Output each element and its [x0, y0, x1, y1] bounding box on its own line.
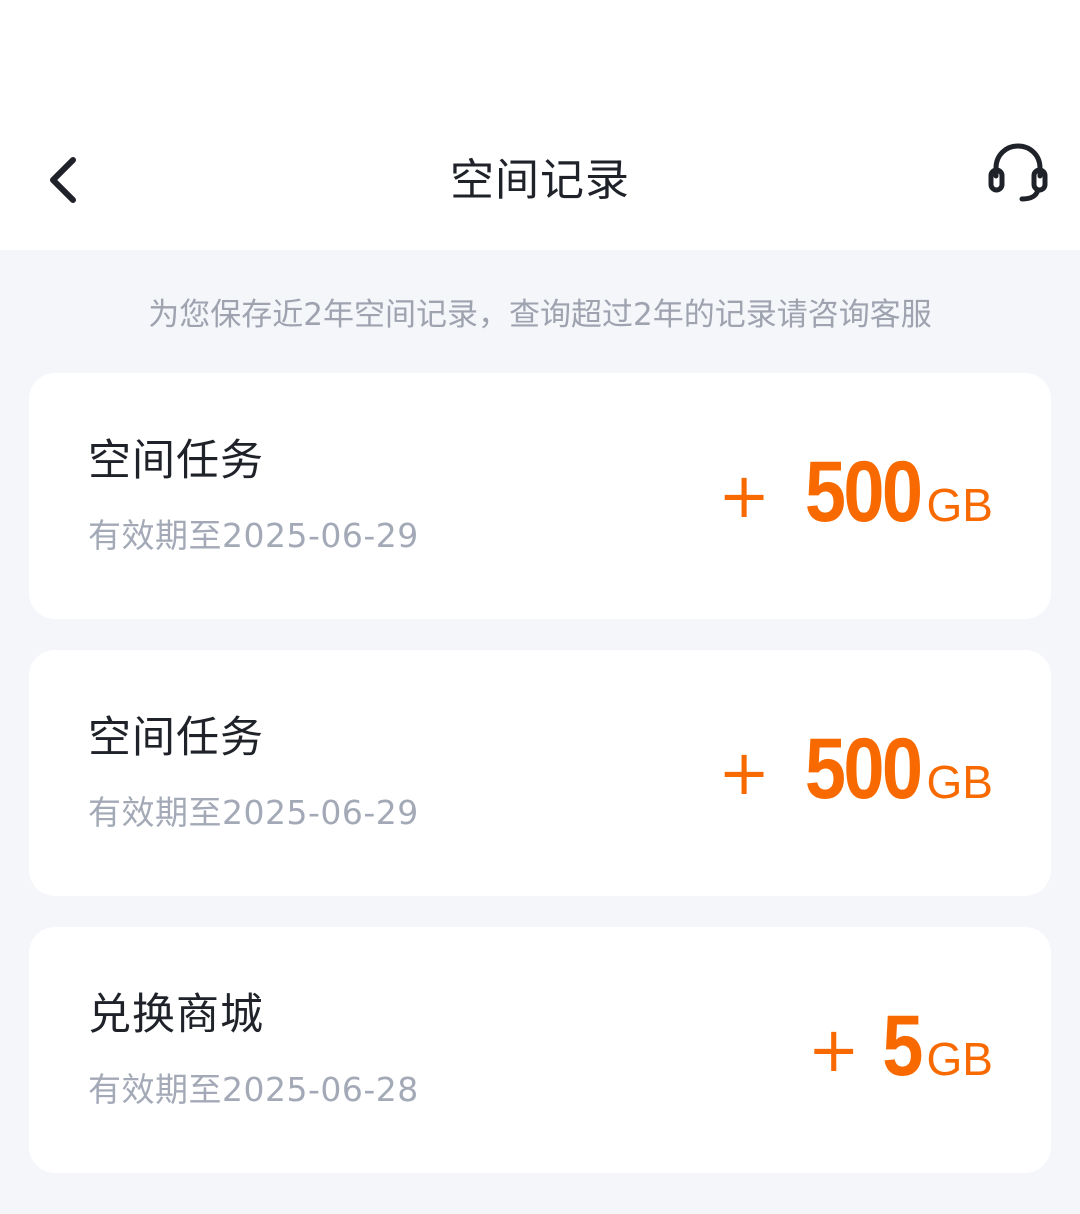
- record-title: 空间任务: [88, 713, 264, 763]
- record-expiry: 有效期至2025-06-29: [88, 793, 419, 832]
- amount-value: 500: [804, 444, 923, 540]
- record-amount: + 500 GB: [718, 720, 993, 820]
- top-bar: 空间记录: [0, 0, 1080, 250]
- amount-sign: +: [718, 736, 771, 809]
- amount-value: 500: [804, 721, 923, 817]
- record-title: 兑换商城: [88, 990, 264, 1040]
- record-card[interactable]: 空间任务 有效期至2025-06-29 + 500 GB: [29, 650, 1051, 896]
- customer-service-button[interactable]: [978, 132, 1058, 212]
- record-amount: + 5 GB: [808, 997, 993, 1097]
- record-title: 空间任务: [88, 436, 264, 486]
- page-title: 空间记录: [450, 155, 630, 206]
- headset-icon: [988, 143, 1048, 202]
- amount-sign: +: [718, 459, 771, 532]
- amount-unit: GB: [926, 756, 993, 808]
- record-amount: + 500 GB: [718, 443, 993, 543]
- record-card[interactable]: 空间任务 有效期至2025-06-29 + 500 GB: [29, 373, 1051, 619]
- retention-notice: 为您保存近2年空间记录，查询超过2年的记录请咨询客服: [148, 297, 932, 333]
- amount-unit: GB: [926, 479, 993, 531]
- record-expiry: 有效期至2025-06-29: [88, 516, 419, 555]
- amount-value: 5: [881, 998, 923, 1094]
- record-expiry: 有效期至2025-06-28: [88, 1070, 419, 1109]
- record-list: 空间任务 有效期至2025-06-29 + 500 GB 空间任务 有效期至20…: [29, 373, 1051, 1204]
- record-card[interactable]: 兑换商城 有效期至2025-06-28 + 5 GB: [29, 927, 1051, 1173]
- amount-unit: GB: [926, 1033, 993, 1085]
- amount-sign: +: [807, 1013, 860, 1086]
